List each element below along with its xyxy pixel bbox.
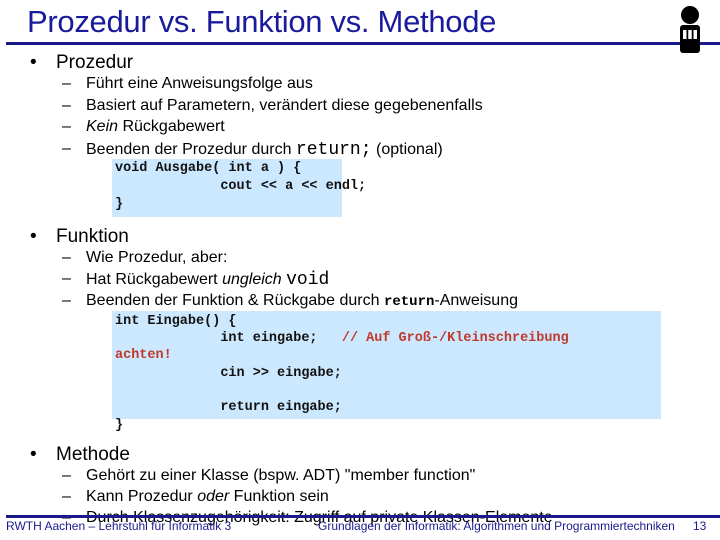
footer-divider	[6, 515, 720, 518]
inline-code: void	[286, 270, 330, 290]
section-heading: Funktion	[56, 226, 129, 247]
code-comment-wrap: achten!	[115, 348, 172, 363]
code-comment: // Auf Groß-/Kleinschreibung	[341, 331, 569, 346]
code-line: }	[115, 418, 124, 433]
code-line: void Ausgabe( int a ) {	[115, 161, 302, 176]
bullet-icon: •	[30, 52, 37, 73]
footer-institution: RWTH Aachen – Lehrstuhl für Informatik 3	[6, 519, 232, 533]
code-line: cout << a << endl;	[115, 179, 367, 194]
inline-code: return	[383, 294, 435, 310]
code-line: int Eingabe() {	[115, 314, 237, 329]
code-line: return eingabe;	[115, 400, 342, 415]
page-number: 13	[693, 519, 707, 533]
slide-title: Prozedur vs. Funktion vs. Methode	[27, 4, 497, 39]
section-heading: Prozedur	[56, 52, 134, 73]
bullet-icon: •	[30, 444, 37, 465]
code-line: cin >> eingabe;	[115, 366, 342, 381]
code-line: }	[115, 197, 124, 212]
title-divider	[6, 42, 720, 45]
inline-code: return;	[295, 140, 372, 160]
footer-course: Grundlagen der Informatik: Algorithmen u…	[318, 519, 675, 533]
section-heading: Methode	[56, 444, 130, 465]
code-line: int eingabe; // Auf Groß-/Kleinschreibun…	[115, 331, 569, 346]
university-logo-icon	[680, 6, 700, 53]
bullet-icon: •	[30, 226, 37, 247]
